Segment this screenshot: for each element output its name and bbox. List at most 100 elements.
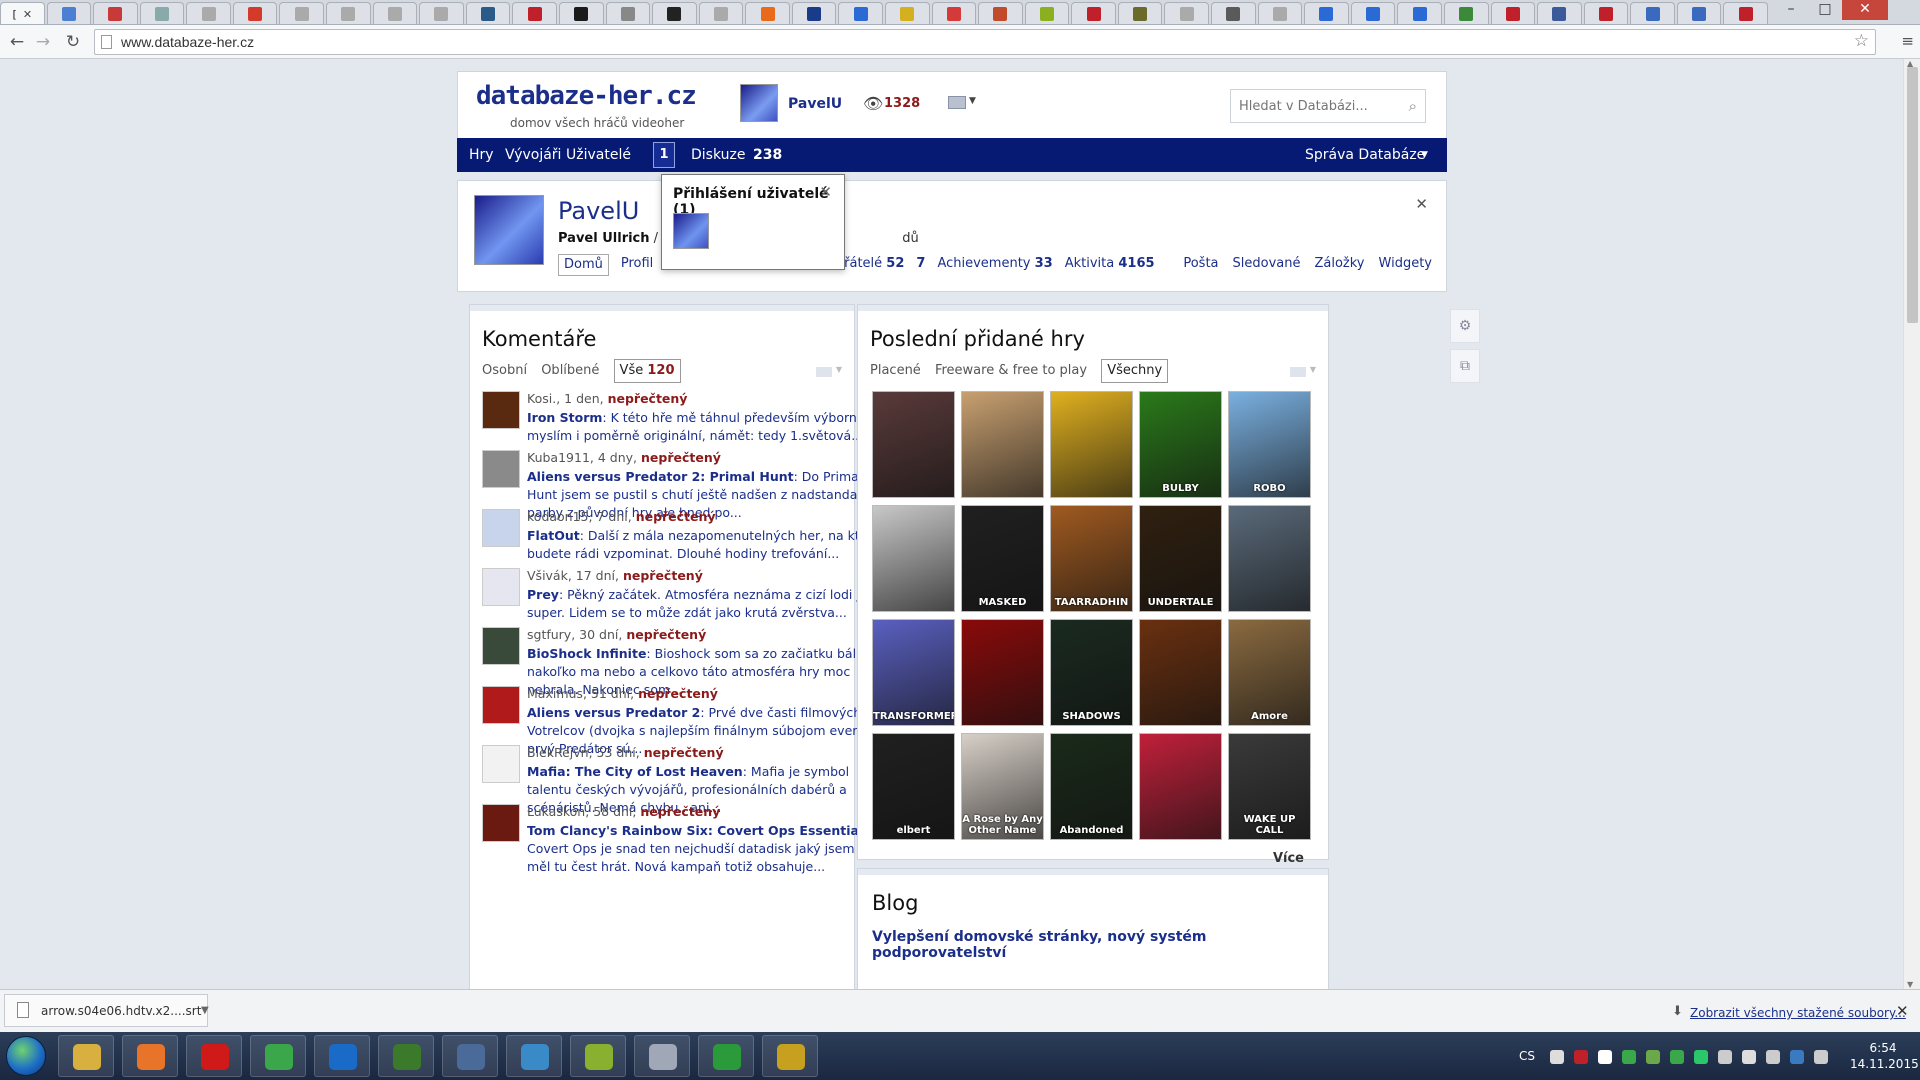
browser-tab[interactable] xyxy=(1676,2,1722,24)
taskbar-app[interactable] xyxy=(314,1035,370,1077)
tray-icon[interactable] xyxy=(1694,1050,1708,1064)
tray-icon[interactable] xyxy=(1598,1050,1612,1064)
browser-tab[interactable] xyxy=(1257,2,1303,24)
comment-body[interactable]: Prey: Pěkný začátek. Atmosféra neznáma z… xyxy=(527,586,887,622)
browser-tab[interactable] xyxy=(1304,2,1349,24)
tray-icon[interactable] xyxy=(1646,1050,1660,1064)
browser-tab[interactable] xyxy=(931,2,977,24)
browser-tab[interactable] xyxy=(978,2,1023,24)
header-username[interactable]: PavelU xyxy=(788,96,842,112)
show-all-downloads-link[interactable]: Zobrazit všechny stažené soubory... xyxy=(1690,1006,1906,1020)
comment-game[interactable]: Iron Storm xyxy=(527,410,602,425)
taskbar-app[interactable] xyxy=(506,1035,562,1077)
nav-vyvojari[interactable]: Vývojáři xyxy=(505,138,561,172)
comment-user[interactable]: BlekRejvn xyxy=(527,745,589,760)
browser-tab[interactable] xyxy=(139,2,185,24)
game-cover[interactable] xyxy=(872,391,955,498)
browser-tab[interactable] xyxy=(1211,2,1256,24)
minimize-button[interactable]: – xyxy=(1774,0,1808,20)
tray-icon[interactable] xyxy=(1622,1050,1636,1064)
profile-link[interactable]: Widgety xyxy=(1379,256,1432,271)
tray-icon[interactable] xyxy=(1742,1050,1756,1064)
online-users-badge[interactable]: 1 xyxy=(653,142,675,168)
taskbar-app[interactable] xyxy=(250,1035,306,1077)
browser-tab[interactable] xyxy=(46,2,92,24)
profile-tab[interactable]: Aktivita 4165 xyxy=(1065,254,1155,276)
blog-post-link[interactable]: Vylepšení domovské stránky, nový systém … xyxy=(872,929,1328,961)
browser-tab[interactable] xyxy=(186,2,231,24)
browser-tab[interactable] xyxy=(605,2,651,24)
comment-avatar[interactable] xyxy=(482,391,520,429)
game-cover[interactable]: TRANSFORMERS xyxy=(872,619,955,726)
game-cover[interactable] xyxy=(1228,505,1311,612)
clock[interactable]: 6:54 14.11.2015 xyxy=(1850,1040,1919,1072)
filter-freeware[interactable]: Freeware & free to play xyxy=(935,360,1087,382)
browser-tab[interactable] xyxy=(1723,2,1768,24)
comment-body[interactable]: Iron Storm: K této hře mě táhnul předevš… xyxy=(527,409,887,445)
game-cover[interactable]: SHADOWS xyxy=(1050,619,1133,726)
game-cover[interactable]: BULBY xyxy=(1139,391,1222,498)
game-cover[interactable]: TAARRADHIN xyxy=(1050,505,1133,612)
taskbar-app[interactable] xyxy=(634,1035,690,1077)
game-cover[interactable]: Amore xyxy=(1228,619,1311,726)
game-cover[interactable] xyxy=(1050,391,1133,498)
taskbar-app[interactable] xyxy=(762,1035,818,1077)
taskbar-app[interactable] xyxy=(698,1035,754,1077)
browser-tab[interactable] xyxy=(1397,2,1442,24)
profile-name[interactable]: PavelU xyxy=(558,197,639,225)
browser-tab[interactable] xyxy=(558,2,604,24)
nav-hry[interactable]: Hry xyxy=(469,138,494,172)
card-icon[interactable] xyxy=(948,96,966,109)
comment-avatar[interactable] xyxy=(482,686,520,724)
profile-tab[interactable]: Přátelé 52 xyxy=(837,254,905,276)
browser-tab[interactable] xyxy=(652,2,697,24)
browser-tab[interactable] xyxy=(791,2,837,24)
comment-avatar[interactable] xyxy=(482,627,520,665)
browser-tab[interactable] xyxy=(1583,2,1629,24)
comment-user[interactable]: Kuba1911 xyxy=(527,450,590,465)
browser-tab[interactable] xyxy=(372,2,418,24)
browser-tab[interactable] xyxy=(1117,2,1163,24)
vertical-scrollbar[interactable]: ▲ ▼ xyxy=(1903,59,1920,989)
game-cover[interactable]: ROBO xyxy=(1228,391,1311,498)
browser-tab[interactable] xyxy=(419,2,464,24)
comment-user[interactable]: Všivák xyxy=(527,568,568,583)
comment-user[interactable]: kodaon15 xyxy=(527,509,589,524)
comment-avatar[interactable] xyxy=(482,568,520,606)
tray-icon[interactable] xyxy=(1670,1050,1684,1064)
comment-game[interactable]: BioShock Infinite xyxy=(527,646,646,661)
tray-icon[interactable] xyxy=(1718,1050,1732,1064)
active-tab[interactable]: [✕ xyxy=(0,2,45,24)
filter-osobni[interactable]: Osobní xyxy=(482,360,527,382)
browser-tab[interactable] xyxy=(1630,2,1675,24)
reload-icon[interactable]: ↻ xyxy=(62,32,84,52)
comment-game[interactable]: Aliens versus Predator 2 xyxy=(527,705,700,720)
close-icon[interactable]: ✕ xyxy=(819,183,832,201)
game-cover[interactable] xyxy=(961,391,1044,498)
comment-game[interactable]: FlatOut xyxy=(527,528,580,543)
chevron-down-icon[interactable]: ▼ xyxy=(201,1005,209,1016)
header-avatar[interactable] xyxy=(740,84,778,122)
profile-link[interactable]: Záložky xyxy=(1314,256,1364,271)
browser-tab[interactable] xyxy=(745,2,790,24)
browser-tab[interactable] xyxy=(1443,2,1489,24)
game-cover[interactable]: A Rose by Any Other Name xyxy=(961,733,1044,840)
comment-game[interactable]: Aliens versus Predator 2: Primal Hunt xyxy=(527,469,794,484)
comment-game[interactable]: Prey xyxy=(527,587,559,602)
comment-avatar[interactable] xyxy=(482,804,520,842)
scrollbar-thumb[interactable] xyxy=(1907,67,1918,323)
taskbar-app[interactable] xyxy=(378,1035,434,1077)
tray-icon[interactable] xyxy=(1766,1050,1780,1064)
browser-tab[interactable] xyxy=(1490,2,1536,24)
browser-tab[interactable] xyxy=(93,2,138,24)
game-cover[interactable]: Abandoned xyxy=(1050,733,1133,840)
search-input[interactable] xyxy=(1231,90,1391,122)
more-link[interactable]: Více xyxy=(1273,851,1304,866)
browser-tab[interactable] xyxy=(1164,2,1210,24)
game-cover[interactable]: WAKE UP CALL xyxy=(1228,733,1311,840)
profile-tab[interactable]: Domů xyxy=(558,254,609,276)
profile-avatar[interactable] xyxy=(474,195,544,265)
language-indicator[interactable]: CS xyxy=(1519,1049,1535,1063)
comment-user[interactable]: Maximus xyxy=(527,686,583,701)
game-cover[interactable] xyxy=(872,505,955,612)
